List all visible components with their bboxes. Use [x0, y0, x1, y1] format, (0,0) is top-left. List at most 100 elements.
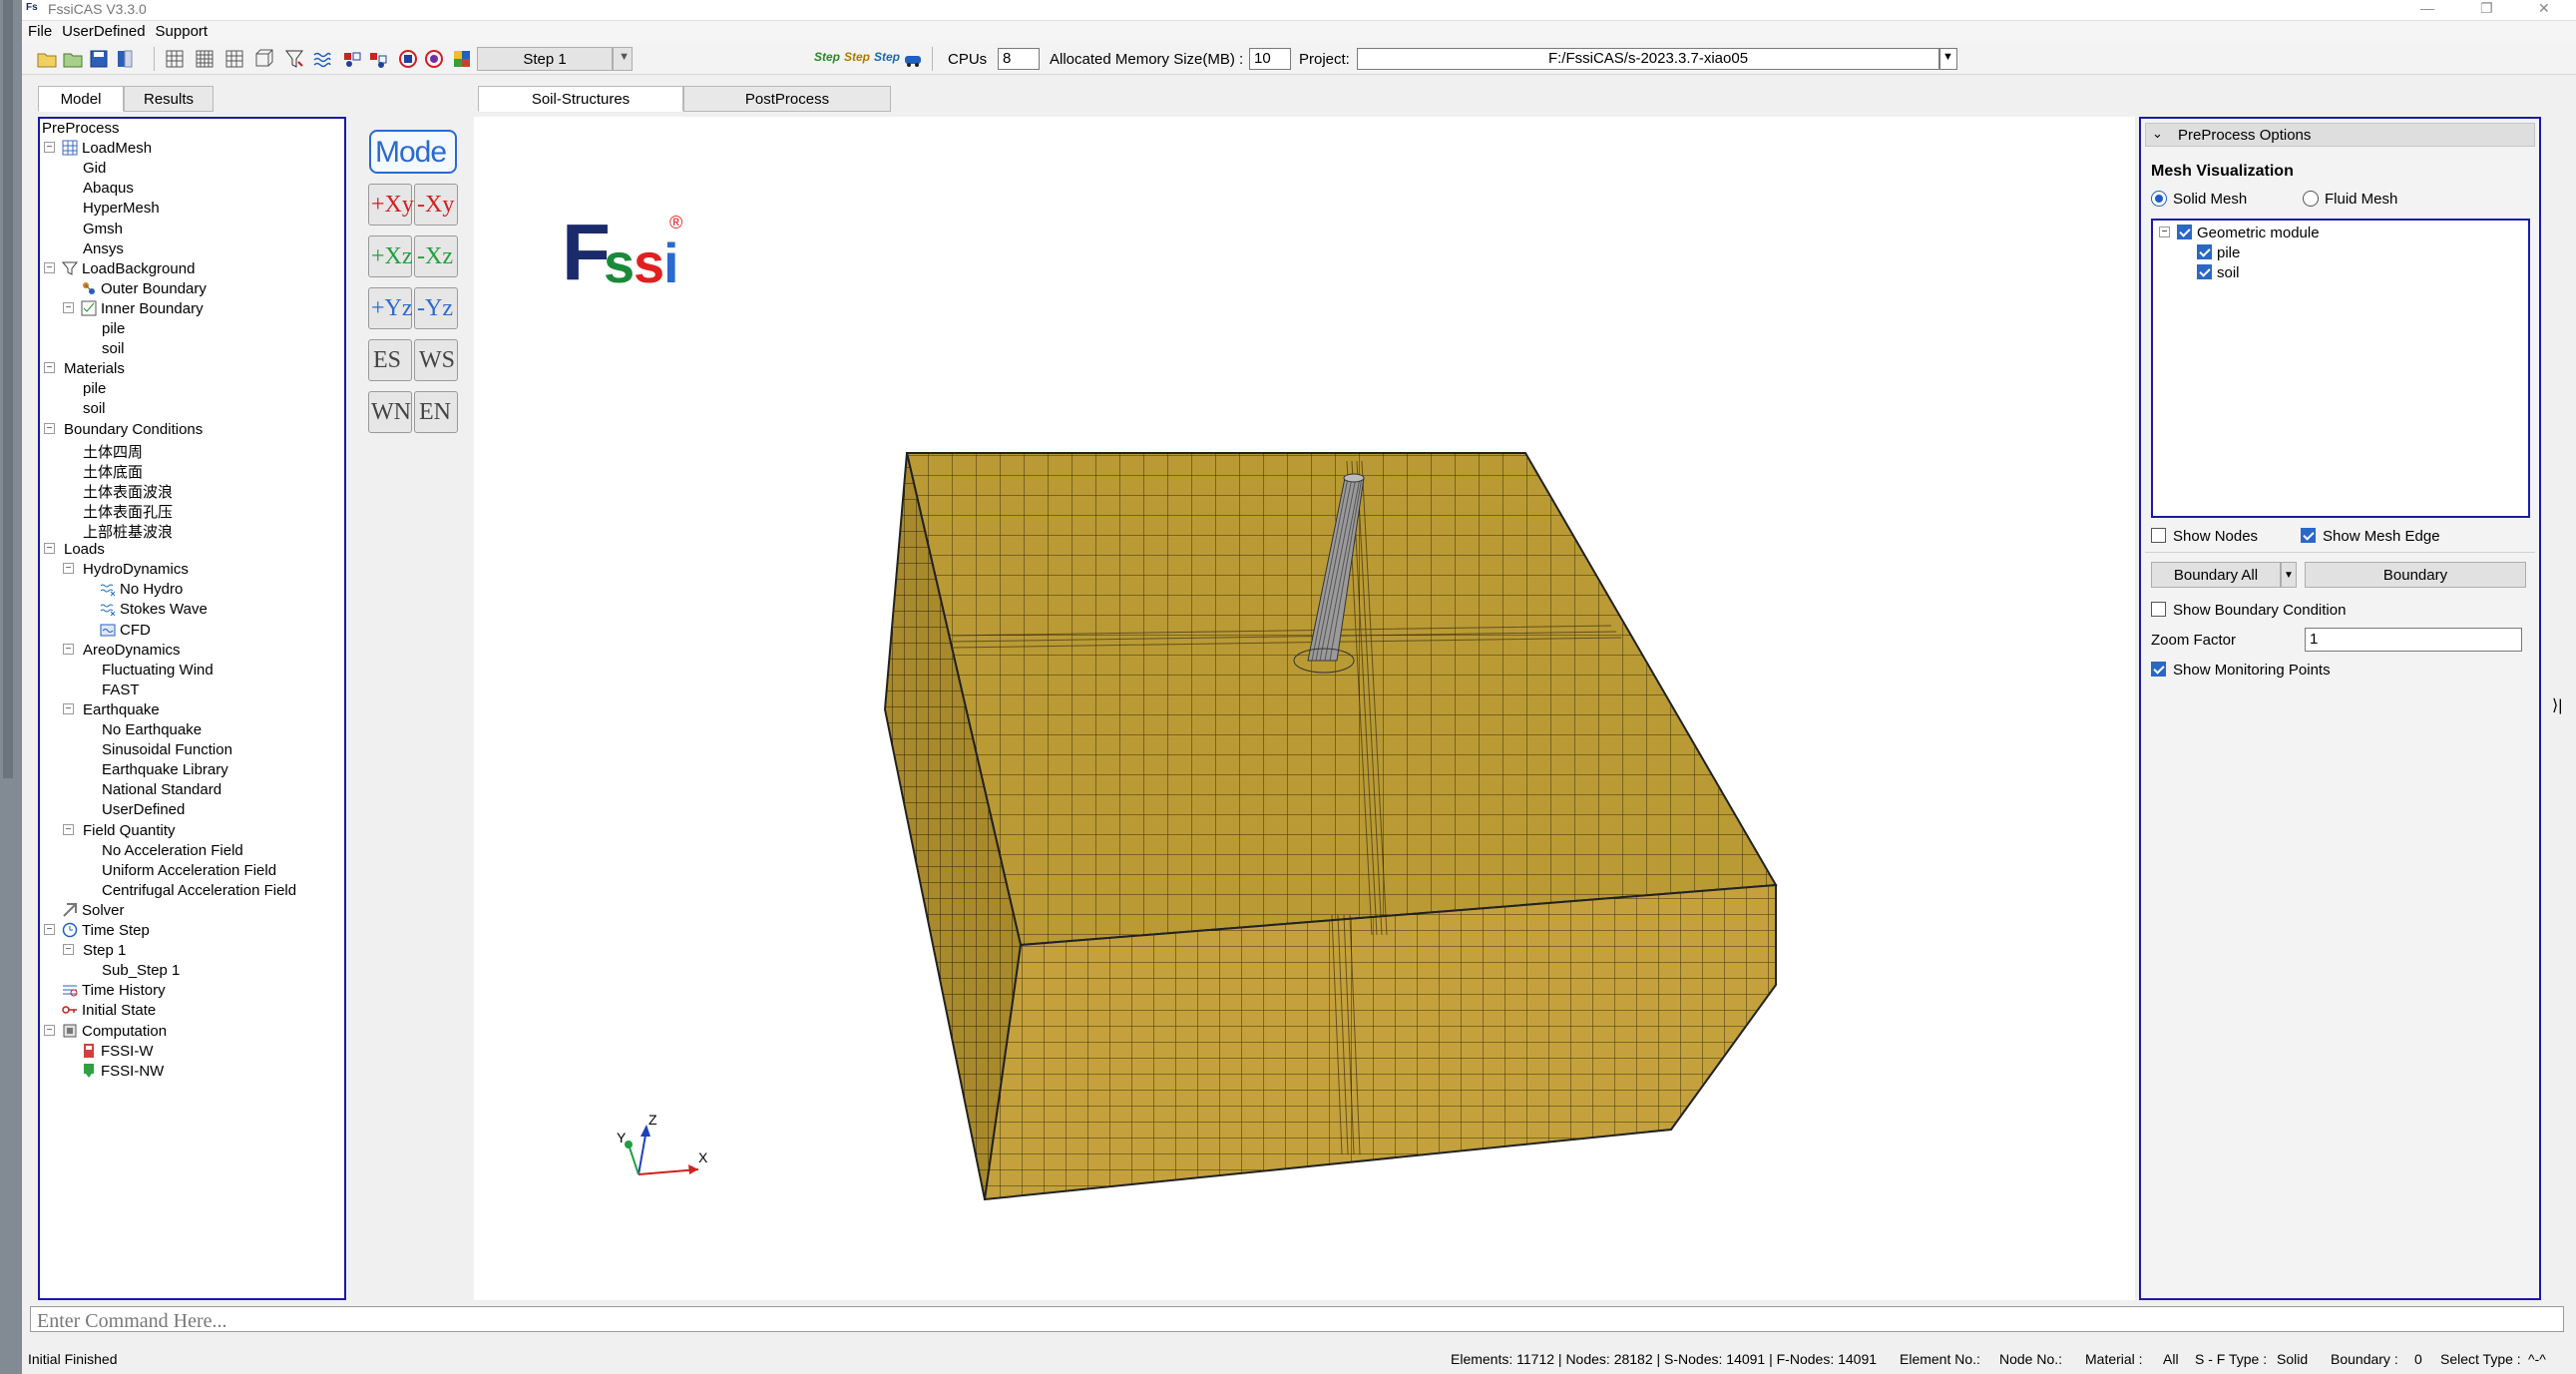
view-minus-xy-button[interactable]: -Xy [414, 184, 458, 226]
soil-checkbox[interactable] [2197, 264, 2212, 279]
open-project-icon[interactable] [62, 48, 84, 70]
tree-item-label: No Acceleration Field [102, 841, 243, 859]
tree-expand-icon[interactable]: − [44, 261, 55, 273]
close-icon[interactable]: ✕ [2538, 0, 2550, 17]
book-icon[interactable] [114, 48, 136, 70]
view-wn-button[interactable]: WN [368, 391, 412, 433]
preprocess-options-panel: ⌄ PreProcess Options Mesh Visualization … [2139, 117, 2541, 1300]
view-plus-yz-button[interactable]: +Yz [368, 287, 413, 329]
view-en-button[interactable]: EN [414, 391, 458, 433]
boundary-button[interactable]: Boundary [2305, 562, 2526, 588]
tree-expand-icon[interactable]: − [44, 422, 55, 434]
colormap-icon[interactable] [451, 48, 473, 70]
view-minus-xz-button[interactable]: -Xz [414, 235, 458, 277]
restore-icon[interactable]: ❐ [2480, 0, 2493, 17]
step-pause-icon[interactable]: Step [844, 50, 870, 64]
step-settings-icon[interactable]: Step [874, 50, 900, 64]
tree-expand-icon[interactable]: − [44, 362, 55, 374]
wave-icon [100, 601, 116, 617]
tree-expand-icon[interactable]: − [44, 924, 55, 935]
view-es-button[interactable]: ES [368, 339, 412, 381]
open-folder-icon[interactable] [36, 48, 58, 70]
view-minus-xy-label: -Xy [417, 192, 455, 218]
step-run-icon[interactable]: Step [814, 50, 840, 64]
target-icon[interactable] [397, 48, 419, 70]
tree-expand-icon[interactable]: − [63, 301, 74, 313]
view-ws-button[interactable]: WS [414, 339, 458, 381]
solid-mesh-radio[interactable] [2151, 191, 2167, 207]
show-monitoring-points-checkbox[interactable] [2151, 662, 2166, 677]
fluid-mesh-label: Fluid Mesh [2325, 191, 2398, 208]
view-minus-yz-label: -Yz [417, 295, 453, 321]
tree-expand-icon[interactable]: − [44, 543, 55, 555]
step-combo-dropdown[interactable]: ▼ [613, 47, 633, 71]
tab-model[interactable]: Model [38, 86, 124, 112]
show-mesh-edge-checkbox[interactable] [2301, 528, 2316, 543]
command-input[interactable]: Enter Command Here... [30, 1306, 2564, 1332]
geometry-collapse-icon[interactable]: − [2159, 227, 2170, 237]
grid-icon[interactable] [164, 48, 186, 70]
title-bar: Fs FssiCAS V3.3.0 — ❐ ✕ [22, 0, 2576, 21]
menu-userdefined[interactable]: UserDefined [56, 21, 149, 40]
boundary-all-combo[interactable]: Boundary All [2151, 562, 2281, 588]
target-alt-icon[interactable] [423, 48, 445, 70]
tree-expand-icon[interactable]: − [44, 1024, 55, 1036]
preprocess-options-header[interactable]: ⌄ PreProcess Options [2145, 123, 2535, 147]
window-title: FssiCAS V3.3.0 [48, 1, 147, 17]
funnel-tool-icon[interactable] [283, 48, 305, 70]
wave-tool-icon[interactable] [311, 48, 333, 70]
tree-expand-icon[interactable]: − [44, 142, 55, 154]
tree-expand-icon[interactable]: − [63, 944, 74, 956]
3d-viewport[interactable]: F s s i ® X Y Z [474, 117, 2135, 1300]
tree-item-label: 土体四周 [83, 443, 144, 461]
tree-expand-icon[interactable]: − [63, 563, 74, 575]
grid-fine-icon[interactable] [194, 48, 215, 70]
step-combo[interactable]: Step 1 [477, 47, 613, 71]
tab-postprocess[interactable]: PostProcess [683, 86, 891, 112]
tree-item-label: HydroDynamics [83, 561, 189, 579]
menu-support[interactable]: Support [150, 21, 213, 40]
menu-file[interactable]: File [22, 21, 56, 40]
zoom-factor-input[interactable]: 1 [2305, 628, 2522, 652]
model-view-button[interactable]: Mode [369, 130, 457, 174]
show-nodes-checkbox[interactable] [2151, 528, 2166, 543]
fluid-mesh-radio[interactable] [2303, 191, 2319, 207]
tree-expand-icon[interactable]: − [63, 823, 74, 835]
solver-icon [62, 902, 78, 918]
memory-input[interactable]: 10 [1249, 48, 1291, 70]
car-icon[interactable] [902, 48, 924, 70]
view-plus-xy-button[interactable]: +Xy [368, 184, 414, 226]
show-boundary-condition-checkbox[interactable] [2151, 602, 2166, 617]
view-plus-xz-button[interactable]: +Xz [368, 235, 413, 277]
expand-panel-icon[interactable]: ⟩| [2552, 695, 2562, 715]
minimize-icon[interactable]: — [2420, 0, 2434, 16]
tab-soil-structures[interactable]: Soil-Structures [478, 86, 683, 112]
save-icon[interactable] [88, 48, 110, 70]
cpus-input[interactable]: 8 [998, 48, 1040, 70]
view-plus-yz-label: +Yz [371, 295, 413, 321]
boundary-tool2-icon[interactable] [367, 48, 389, 70]
tree-item-label: Loads [64, 541, 105, 559]
project-path-input[interactable]: F:/FssiCAS/s-2023.3.7-xiao05 [1357, 48, 1939, 70]
boundary-icon [81, 280, 97, 296]
mesh-cube-icon[interactable] [253, 48, 275, 70]
view-ws-label: WS [419, 347, 455, 373]
project-dropdown-icon[interactable]: ▼ [1939, 48, 1957, 70]
pile-checkbox[interactable] [2197, 244, 2212, 259]
show-mesh-edge-label: Show Mesh Edge [2323, 528, 2440, 545]
tree-item-label: National Standard [102, 781, 222, 799]
geometric-module-checkbox[interactable] [2177, 225, 2192, 239]
view-wn-label: WN [371, 399, 411, 425]
axis-x-label: X [698, 1149, 708, 1165]
tree-expand-icon[interactable]: − [63, 643, 74, 655]
tab-results[interactable]: Results [124, 86, 214, 112]
node-no-label: Node No.: [1999, 1351, 2063, 1367]
boundary-all-chevron-icon[interactable]: ▼ [2281, 562, 2297, 588]
view-minus-yz-button[interactable]: -Yz [414, 287, 458, 329]
desktop-edge [0, 0, 22, 1374]
grid-select-icon[interactable] [223, 48, 245, 70]
soil-label: soil [2217, 264, 2240, 281]
tree-expand-icon[interactable]: − [63, 702, 74, 714]
boundary-tool-icon[interactable] [341, 48, 363, 70]
view-es-label: ES [373, 347, 402, 373]
